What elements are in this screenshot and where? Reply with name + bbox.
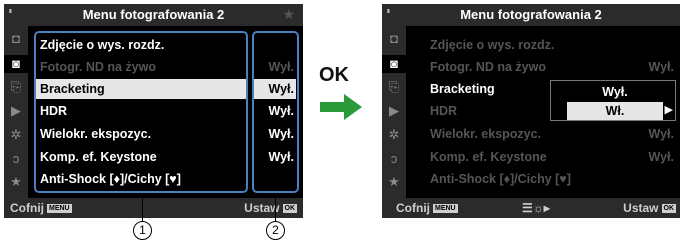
bottom-bar: Cofnij MENU Ustaw OK <box>4 198 303 218</box>
values-bracket <box>252 31 299 193</box>
camera-menu-screen-left: ᴵᴵᴵᴵ Menu fotografowania 2 ★ ◘ ◙ ⎘ ▶ ✲ ↄ… <box>4 4 303 218</box>
menu-item[interactable]: Fotogr. ND na żywo <box>430 57 546 77</box>
star-icon[interactable]: ★ <box>385 173 403 191</box>
arrow-right-icon <box>320 94 362 120</box>
video-icon[interactable]: ⎘ <box>385 78 403 96</box>
menu-item-value: Wył. <box>648 60 674 74</box>
title-bar: ᴵᴵᴵᴵ Menu fotografowania 2 ★ <box>4 4 303 26</box>
camera-2-icon[interactable]: ◙ <box>4 55 28 73</box>
playback-icon[interactable]: ▶ <box>385 102 403 120</box>
camera-1-icon[interactable]: ◘ <box>7 30 25 48</box>
set-hint[interactable]: Ustaw OK <box>244 201 297 215</box>
star-icon: ★ <box>282 6 295 22</box>
title-bar: ᴵᴵᴵᴵ Menu fotografowania 2 <box>382 4 680 26</box>
menu-item[interactable]: HDR <box>430 101 457 121</box>
popup-option[interactable]: Wył. <box>567 83 663 101</box>
camera-menu-screen-right: ᴵᴵᴵᴵ Menu fotografowania 2 ◘ ◙ ⎘ ▶ ✲ ↄ ★… <box>382 4 680 218</box>
camera-2-icon[interactable]: ◙ <box>382 55 406 73</box>
menu-key-badge: MENU <box>47 204 72 213</box>
menu-key-badge: MENU <box>433 204 458 213</box>
callout-leader <box>275 193 276 221</box>
gear-icon[interactable]: ✲ <box>385 126 403 144</box>
ok-key-badge: OK <box>661 204 676 213</box>
menu-item[interactable]: Anti-Shock [♦]/Cichy [♥] <box>430 169 571 189</box>
arrow-right-icon: ▶ <box>664 104 673 116</box>
menu-title: Menu fotografowania 2 <box>460 7 602 22</box>
menu-tabs: ◘ ◙ ⎘ ▶ ✲ ↄ ★ <box>382 26 406 198</box>
playback-icon[interactable]: ▶ <box>7 102 25 120</box>
menu-item[interactable]: Bracketing <box>430 79 495 99</box>
menu-title: Menu fotografowania 2 <box>82 7 225 22</box>
camera-1-icon[interactable]: ◘ <box>385 30 403 48</box>
option-popup: Wył. Wł. ▶ <box>550 80 676 121</box>
bottom-bar: Cofnij MENU ☰☼▸ Ustaw OK <box>382 198 680 218</box>
wrench-icon[interactable]: ↄ <box>7 150 25 168</box>
items-bracket <box>34 31 248 193</box>
set-hint[interactable]: Ustaw OK <box>623 201 676 215</box>
back-hint[interactable]: Cofnij MENU <box>10 201 72 215</box>
menu-item[interactable]: Komp. ef. Keystone <box>430 147 547 167</box>
gear-icon[interactable]: ✲ <box>7 126 25 144</box>
menu-item[interactable]: Wielokr. ekspozyc. <box>430 124 541 144</box>
callout-2: 2 <box>266 221 285 240</box>
wrench-icon[interactable]: ↄ <box>385 150 403 168</box>
video-icon[interactable]: ⎘ <box>7 78 25 96</box>
star-icon[interactable]: ★ <box>7 173 25 191</box>
popup-option-selected[interactable]: Wł. <box>567 102 663 120</box>
display-settings-icon[interactable]: ☰☼▸ <box>522 201 550 215</box>
callout-1: 1 <box>133 221 152 240</box>
callout-leader <box>142 193 143 221</box>
ok-key-badge: OK <box>282 204 297 213</box>
menu-item-value: Wył. <box>648 150 674 164</box>
menu-item-value: Wył. <box>648 127 674 141</box>
menu-item[interactable]: Zdjęcie o wys. rozdz. <box>430 35 554 55</box>
menu-tabs: ◘ ◙ ⎘ ▶ ✲ ↄ ★ <box>4 26 28 198</box>
ok-transition-label: OK <box>319 64 349 86</box>
back-hint[interactable]: Cofnij MENU <box>396 201 458 215</box>
